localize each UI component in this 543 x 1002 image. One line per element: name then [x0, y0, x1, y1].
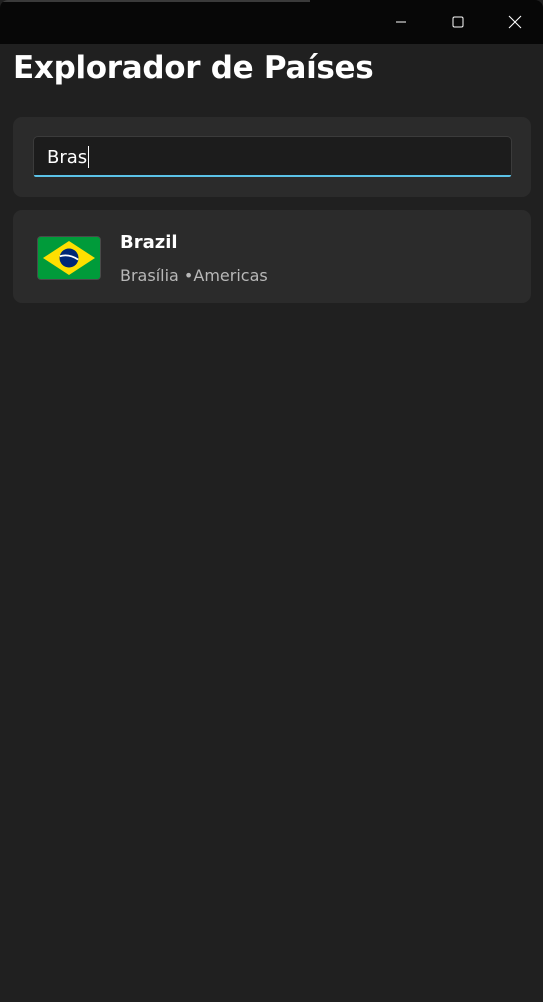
brazil-flag-icon: [37, 236, 101, 280]
title-bar-edge: [0, 0, 310, 2]
search-panel: Bras: [13, 117, 531, 197]
flag-image: [38, 237, 100, 279]
maximize-icon: [452, 16, 463, 28]
text-caret: [88, 146, 90, 168]
close-button[interactable]: [486, 0, 543, 44]
country-name: Brazil: [120, 232, 178, 253]
page-title: Explorador de Países: [13, 50, 374, 86]
country-region: Americas: [193, 266, 268, 285]
detail-separator: •: [178, 266, 194, 285]
title-bar[interactable]: [0, 0, 543, 44]
search-input[interactable]: Bras: [33, 136, 512, 177]
search-focus-underline: [34, 175, 511, 177]
search-input-text-wrap[interactable]: Bras: [47, 145, 90, 169]
search-input-value[interactable]: Bras: [47, 147, 87, 168]
app-window: Explorador de Países Bras Brazil Brasíli…: [0, 0, 543, 1002]
country-capital: Brasília: [120, 266, 179, 285]
minimize-icon: [395, 21, 406, 23]
close-icon: [508, 15, 521, 29]
minimize-button[interactable]: [372, 0, 429, 44]
list-item[interactable]: Brazil Brasília •Americas: [13, 210, 531, 303]
maximize-button[interactable]: [429, 0, 486, 44]
country-details: Brasília •Americas: [120, 266, 268, 285]
